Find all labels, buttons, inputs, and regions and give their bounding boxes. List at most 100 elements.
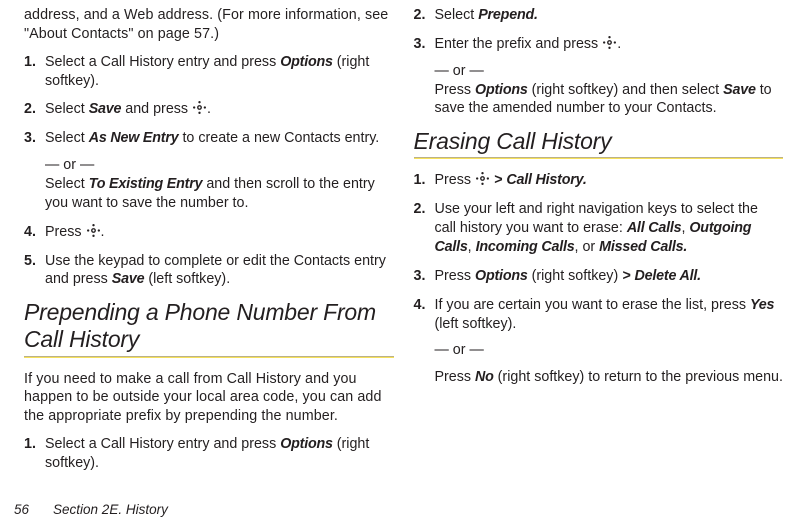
options-label: Options [280,436,333,452]
text: . [207,101,211,117]
center-key-icon [192,100,207,115]
breadcrumb-separator: > [622,268,634,284]
step-text: Select a Call History entry and press Op… [45,53,394,91]
page: address, and a Web address. (For more in… [0,0,807,523]
text: Select a Call History entry and press [45,54,280,70]
list-item: 4. If you are certain you want to erase … [414,296,784,387]
center-key-icon [86,223,101,238]
text: (right softkey) and then select [528,82,724,98]
text: Select [45,101,89,117]
text: . [617,36,621,52]
step-number: 4. [24,223,45,242]
prepend-label: Prepend. [478,7,538,23]
list-item: 3. Press Options (right softkey) > Delet… [414,267,784,286]
list-item: 2. Use your left and right navigation ke… [414,200,784,257]
text: Select [45,130,89,146]
list-item: 5. Use the keypad to complete or edit th… [24,252,394,290]
step-text: Use the keypad to complete or edit the C… [45,252,394,290]
text: . [101,224,105,240]
text: , [468,239,476,255]
text: Select a Call History entry and press [45,436,280,452]
paragraph: If you need to make a call from Call His… [24,370,394,427]
left-column: address, and a Web address. (For more in… [14,6,404,523]
text: to create a new Contacts entry. [178,130,379,146]
text: Select [45,176,89,192]
list-item: 1. Select a Call History entry and press… [24,53,394,91]
or-line: — or — [45,156,394,175]
text: Enter the prefix and press [435,36,603,52]
call-history-label: Call History. [506,172,586,188]
step-number: 4. [414,296,435,387]
step-text: Press . [45,223,394,242]
list-item: 4. Press . [24,223,394,242]
step-number: 3. [24,129,45,212]
step-number: 3. [414,267,435,286]
step-number: 2. [414,6,435,25]
sub-text: Press No (right softkey) to return to th… [435,368,784,387]
sub-text: Press Options (right softkey) and then s… [435,81,784,119]
text: Press [435,172,476,188]
text: (right softkey) [528,268,623,284]
text: (left softkey). [435,316,517,332]
section-label: Section 2E. History [53,502,168,517]
heading-rule [24,356,394,358]
section-heading: Erasing Call History [414,128,784,155]
options-label: Options [475,82,528,98]
no-label: No [475,369,494,385]
step-text: Select Prepend. [435,6,784,25]
paragraph: address, and a Web address. (For more in… [24,6,394,44]
all-calls-label: All Calls [627,220,682,236]
list-item: 2. Select Prepend. [414,6,784,25]
step-number: 1. [414,171,435,190]
as-new-entry-label: As New Entry [89,130,179,146]
text: Press [435,268,476,284]
heading-rule [414,157,784,159]
text: and press [121,101,192,117]
list-item: 1. Select a Call History entry and press… [24,435,394,473]
step-number: 3. [414,35,435,118]
step-text: If you are certain you want to erase the… [435,296,784,387]
save-label: Save [89,101,122,117]
center-key-icon [602,35,617,50]
ordered-list: 1. Select a Call History entry and press… [24,435,394,473]
yes-label: Yes [750,297,774,313]
step-text: Press Options (right softkey) > Delete A… [435,267,784,286]
step-number: 1. [24,53,45,91]
list-item: 3. Enter the prefix and press . — or — P… [414,35,784,118]
save-label: Save [723,82,756,98]
text: Press [45,224,86,240]
step-number: 2. [414,200,435,257]
step-text: Enter the prefix and press . — or — Pres… [435,35,784,118]
delete-all-label: Delete All. [635,268,701,284]
right-column: 2. Select Prepend. 3. Enter the prefix a… [404,6,794,523]
page-number: 56 [14,502,29,517]
to-existing-entry-label: To Existing Entry [89,176,203,192]
text: Select [435,7,479,23]
missed-calls-label: Missed Calls. [599,239,687,255]
list-item: 3. Select As New Entry to create a new C… [24,129,394,212]
list-item: 2. Select Save and press . [24,100,394,119]
step-text: Select a Call History entry and press Op… [45,435,394,473]
breadcrumb-separator: > [490,172,506,188]
list-item: 1. Press > Call History. [414,171,784,190]
ordered-list: 1. Press > Call History. 2. Use your lef… [414,171,784,387]
text: Press [435,369,476,385]
text: , or [575,239,600,255]
ordered-list: 1. Select a Call History entry and press… [24,53,394,290]
step-number: 5. [24,252,45,290]
or-line: — or — [435,62,784,81]
text: (left softkey). [144,271,230,287]
step-number: 2. [24,100,45,119]
options-label: Options [475,268,528,284]
center-key-icon [475,171,490,186]
step-text: Press > Call History. [435,171,784,190]
text: Press [435,82,476,98]
incoming-calls-label: Incoming Calls [476,239,575,255]
ordered-list: 2. Select Prepend. 3. Enter the prefix a… [414,6,784,118]
options-label: Options [280,54,333,70]
save-label: Save [112,271,145,287]
step-text: Select Save and press . [45,100,394,119]
step-text: Use your left and right navigation keys … [435,200,784,257]
text: (right softkey) to return to the previou… [494,369,783,385]
section-heading: Prepending a Phone Number From Call Hist… [24,299,394,353]
